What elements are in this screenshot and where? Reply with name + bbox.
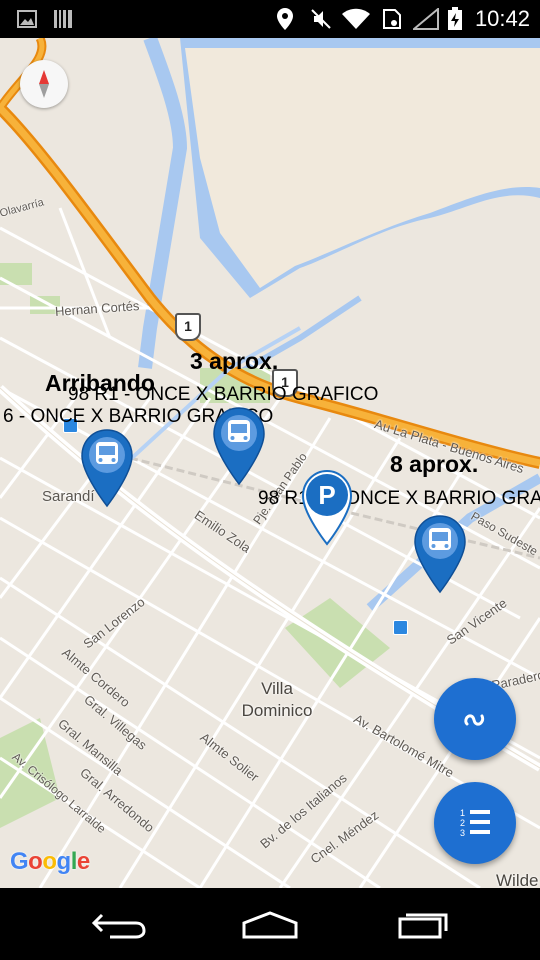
riverside-area [185, 48, 540, 288]
stop-marker-pin[interactable]: P [300, 468, 354, 548]
place-label-villa-dominico: Villa Dominico [241, 679, 313, 720]
mute-icon [308, 8, 334, 30]
sim-icon [380, 8, 404, 30]
parking-icon: P [318, 480, 335, 510]
marker-status: 3 aprox. [190, 348, 279, 374]
barcode-icon [52, 8, 74, 30]
recents-button[interactable] [392, 902, 452, 946]
back-button[interactable] [88, 902, 148, 946]
location-icon [274, 8, 296, 30]
wifi-icon [340, 8, 372, 30]
navigation-bar [0, 888, 540, 960]
status-bar: 10:42 [0, 0, 540, 38]
place-label-wilde: Wilde [496, 871, 539, 888]
highway-shield: 1 [175, 313, 201, 341]
numbered-list-icon: 1 2 3 [460, 808, 490, 838]
home-icon [242, 911, 298, 939]
list-button[interactable]: 1 2 3 [434, 782, 516, 864]
marker-route: 98 R1 - ONCE X BARRIO GRAFICO [68, 384, 379, 405]
recents-icon [398, 913, 448, 939]
compass-icon [39, 70, 49, 98]
image-icon [16, 8, 38, 30]
route-button[interactable] [434, 678, 516, 760]
bus-marker-pin[interactable] [212, 406, 266, 486]
compass-button[interactable] [20, 60, 68, 108]
google-logo: Google [10, 848, 90, 875]
home-button[interactable] [240, 902, 300, 946]
back-icon [91, 913, 146, 939]
route-icon [464, 714, 485, 726]
svg-text:2: 2 [460, 818, 465, 828]
battery-charging-icon [446, 7, 464, 30]
bus-marker-pin[interactable] [413, 514, 467, 594]
status-time: 10:42 [474, 6, 530, 31]
map-view[interactable]: 1 1 Hernan Cortés Olavarría Au La Plata … [0, 38, 540, 888]
bus-marker-pin[interactable] [80, 428, 134, 508]
marker-status: 8 aprox. [390, 451, 479, 477]
signal-icon [412, 8, 440, 30]
svg-text:3: 3 [460, 828, 465, 838]
svg-text:1: 1 [460, 808, 465, 818]
bus-stop-icon[interactable] [393, 620, 408, 635]
